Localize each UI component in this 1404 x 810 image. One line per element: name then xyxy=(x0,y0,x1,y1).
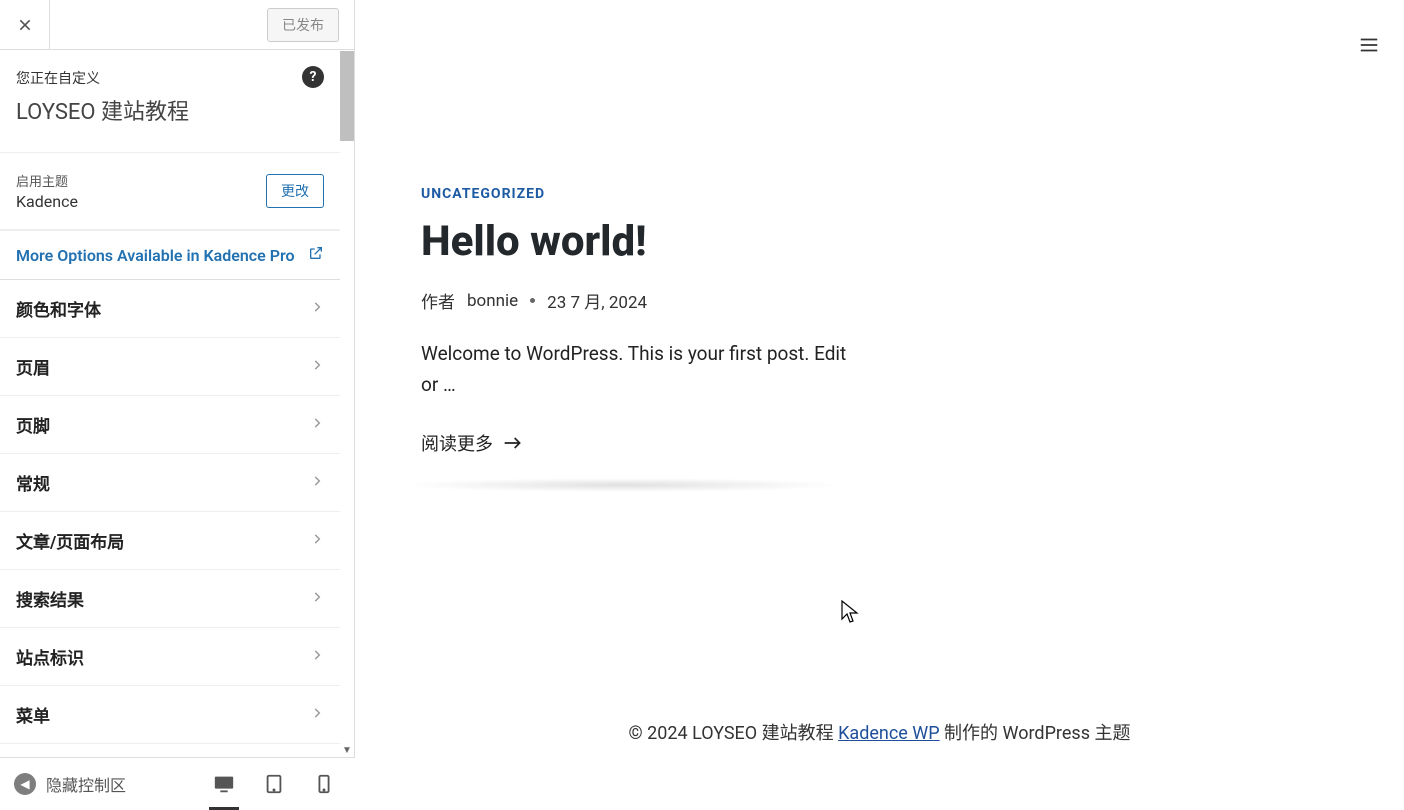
chevron-right-icon xyxy=(310,705,324,724)
post-meta: 作者 bonnie 23 7 月, 2024 xyxy=(421,288,851,313)
nav-item-search-results[interactable]: 搜索结果 xyxy=(0,570,340,628)
customizer-footer: ◀ 隐藏控制区 xyxy=(0,757,355,809)
desktop-icon xyxy=(213,773,235,795)
read-more-label: 阅读更多 xyxy=(421,430,493,456)
theme-labels: 启用主题 Kadence xyxy=(16,171,78,211)
nav-item-site-identity[interactable]: 站点标识 xyxy=(0,628,340,686)
close-button[interactable] xyxy=(0,0,50,50)
publish-status-button[interactable]: 已发布 xyxy=(267,8,339,42)
kadence-wp-link[interactable]: Kadence WP xyxy=(838,723,939,744)
hamburger-icon xyxy=(1358,34,1380,56)
post-title[interactable]: Hello world! xyxy=(421,218,851,266)
chevron-right-icon xyxy=(310,473,324,492)
chevron-right-icon xyxy=(310,589,324,608)
collapse-icon: ◀ xyxy=(14,773,36,795)
footer-credit: © 2024 LOYSEO 建站教程 Kadence WP 制作的 WordPr… xyxy=(355,719,1404,745)
chevron-right-icon xyxy=(310,531,324,550)
nav-item-label: 文章/页面布局 xyxy=(16,528,124,553)
scrollbar-thumb[interactable] xyxy=(340,51,354,141)
external-link-icon xyxy=(308,245,324,265)
customizer-topbar: 已发布 xyxy=(0,0,354,50)
customizer-body: 您正在自定义 LOYSEO 建站教程 ? 启用主题 Kadence 更改 Mor… xyxy=(0,50,340,757)
nav-item-label: 菜单 xyxy=(16,702,50,727)
nav-item-label: 页脚 xyxy=(16,412,50,437)
post-excerpt: Welcome to WordPress. This is your first… xyxy=(421,339,851,400)
customizer-intro: 您正在自定义 LOYSEO 建站教程 ? xyxy=(0,50,340,153)
post-category[interactable]: UNCATEGORIZED xyxy=(421,186,851,202)
device-desktop[interactable] xyxy=(213,758,235,809)
intro-small-text: 您正在自定义 xyxy=(16,68,324,88)
customizer-panel: 已发布 ▼ 您正在自定义 LOYSEO 建站教程 ? 启用主题 Kadence … xyxy=(0,0,355,809)
nav-item-footer[interactable]: 页脚 xyxy=(0,396,340,454)
read-more-link[interactable]: 阅读更多 xyxy=(421,430,851,456)
help-icon[interactable]: ? xyxy=(302,66,324,88)
nav-item-label: 搜索结果 xyxy=(16,586,84,611)
theme-row: 启用主题 Kadence 更改 xyxy=(0,153,340,230)
post-card: UNCATEGORIZED Hello world! 作者 bonnie 23 … xyxy=(421,186,851,456)
tablet-icon xyxy=(263,773,285,795)
pro-banner-label: More Options Available in Kadence Pro xyxy=(16,246,295,265)
device-switcher xyxy=(213,758,355,809)
nav-item-general[interactable]: 常规 xyxy=(0,454,340,512)
post-shadow xyxy=(403,478,843,492)
close-icon xyxy=(17,17,33,33)
credit-prefix: © 2024 LOYSEO 建站教程 xyxy=(629,723,839,744)
post-author-prefix: 作者 xyxy=(421,288,455,313)
change-theme-button[interactable]: 更改 xyxy=(266,174,324,208)
collapse-panel-button[interactable]: ◀ 隐藏控制区 xyxy=(0,758,140,809)
nav-item-label: 常规 xyxy=(16,470,50,495)
nav-item-label: 页眉 xyxy=(16,354,50,379)
post-author[interactable]: bonnie xyxy=(467,291,518,311)
nav-item-post-page-layout[interactable]: 文章/页面布局 xyxy=(0,512,340,570)
theme-name: Kadence xyxy=(16,192,78,211)
nav-item-header[interactable]: 页眉 xyxy=(0,338,340,396)
scrollbar-down-icon[interactable]: ▼ xyxy=(340,743,354,757)
kadence-pro-banner[interactable]: More Options Available in Kadence Pro xyxy=(0,230,340,280)
chevron-right-icon xyxy=(310,299,324,318)
nav-item-label: 颜色和字体 xyxy=(16,296,101,321)
menu-toggle-button[interactable] xyxy=(1358,34,1380,60)
preview-pane: UNCATEGORIZED Hello world! 作者 bonnie 23 … xyxy=(355,0,1404,809)
device-mobile[interactable] xyxy=(313,758,335,809)
credit-suffix: 制作的 WordPress 主题 xyxy=(940,723,1131,744)
nav-item-label: 站点标识 xyxy=(16,644,84,669)
device-tablet[interactable] xyxy=(263,758,285,809)
collapse-label: 隐藏控制区 xyxy=(46,772,126,796)
meta-separator-icon xyxy=(530,298,535,303)
arrow-right-icon xyxy=(503,436,523,450)
sidebar-scrollbar[interactable]: ▼ xyxy=(340,51,354,757)
nav-item-menus[interactable]: 菜单 xyxy=(0,686,340,744)
mouse-cursor-icon xyxy=(841,600,859,628)
theme-label: 启用主题 xyxy=(16,171,78,190)
mobile-icon xyxy=(313,773,335,795)
nav-item-colors-fonts[interactable]: 颜色和字体 xyxy=(0,280,340,338)
site-title: LOYSEO 建站教程 xyxy=(16,94,324,126)
chevron-right-icon xyxy=(310,415,324,434)
chevron-right-icon xyxy=(310,357,324,376)
post-date: 23 7 月, 2024 xyxy=(547,288,647,313)
chevron-right-icon xyxy=(310,647,324,666)
